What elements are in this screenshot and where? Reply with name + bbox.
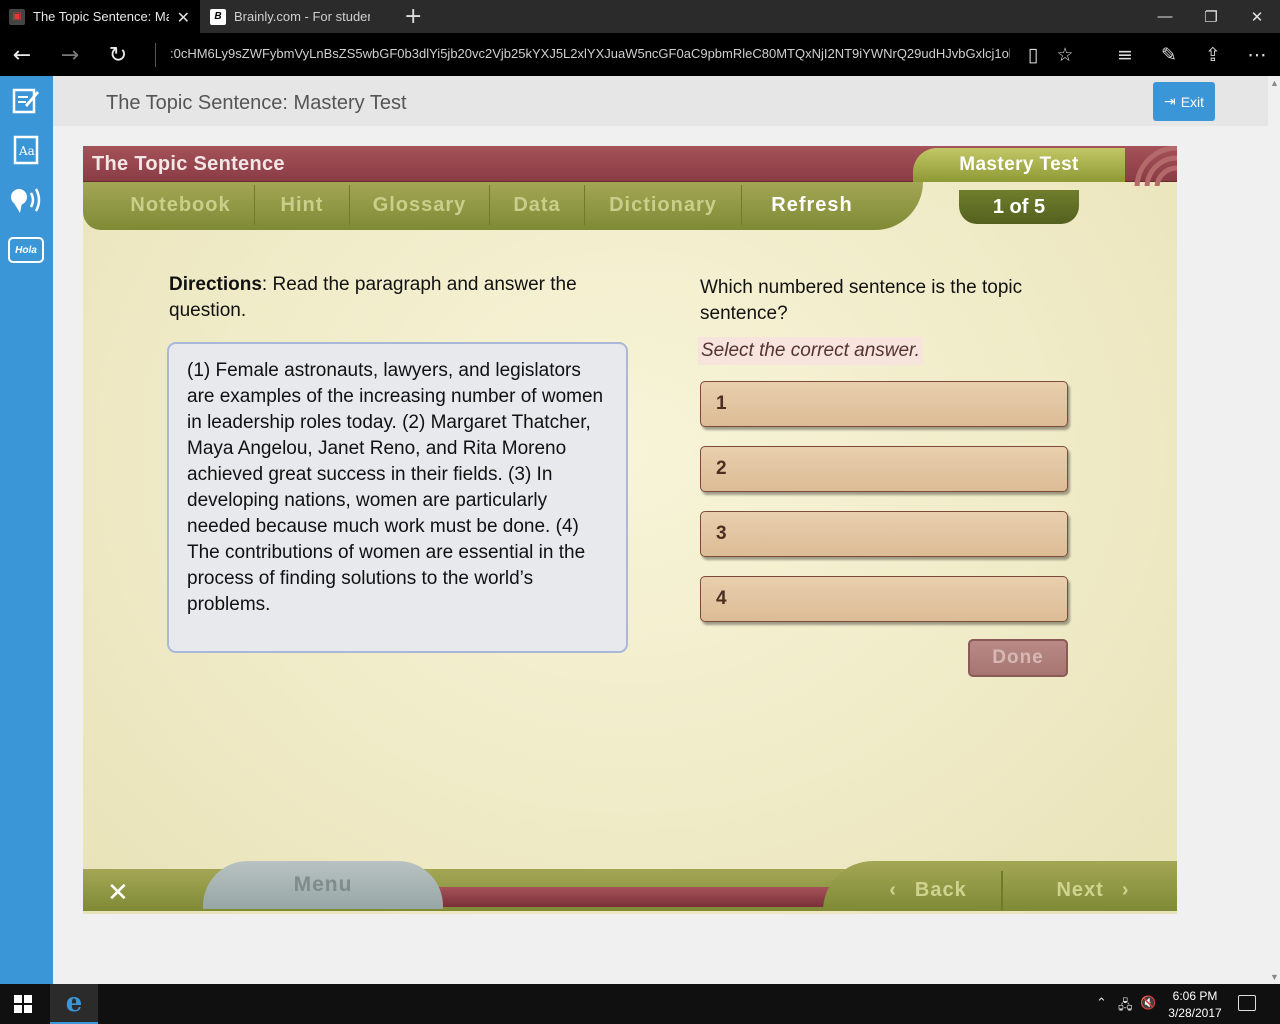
answer-option-3[interactable]: 3 bbox=[700, 511, 1068, 557]
back-label: Back bbox=[914, 878, 967, 901]
svg-text:Aa: Aa bbox=[18, 144, 35, 158]
brainly-favicon-icon: B bbox=[210, 8, 226, 25]
window-close-icon[interactable]: ✕ bbox=[1234, 0, 1280, 33]
windows-start-icon[interactable] bbox=[14, 995, 32, 1013]
activity-toolbar: Notebook Hint Glossary Data Dictionary R… bbox=[83, 182, 923, 230]
page-scrollbar[interactable]: ▲ ▼ bbox=[1268, 76, 1280, 984]
close-tab-icon[interactable]: ✕ bbox=[177, 8, 190, 28]
address-bar[interactable]: :0cHM6Ly9sZWFybmVyLnBsZS5wbGF0b3dlYi5jb2… bbox=[170, 46, 1010, 64]
clock-time: 6:06 PM bbox=[1172, 989, 1218, 1003]
data-button[interactable]: Data bbox=[490, 185, 585, 225]
page-title: The Topic Sentence: Mastery Test bbox=[106, 92, 407, 114]
answer-option-2[interactable]: 2 bbox=[700, 446, 1068, 492]
notebook-button[interactable]: Notebook bbox=[107, 185, 255, 225]
answer-option-1[interactable]: 1 bbox=[700, 381, 1068, 427]
activity-frame: The Topic Sentence Mastery Test Notebook… bbox=[83, 146, 1177, 914]
edge-browser-icon[interactable]: e bbox=[50, 984, 98, 1024]
scroll-down-icon[interactable]: ▼ bbox=[1270, 972, 1279, 982]
new-tab-icon[interactable]: + bbox=[404, 4, 422, 29]
favorite-star-icon[interactable]: ☆ bbox=[1049, 39, 1081, 71]
exit-button[interactable]: ⇥ Exit bbox=[1153, 82, 1215, 121]
network-icon[interactable]: 🖧 bbox=[1118, 996, 1133, 1018]
exit-label: Exit bbox=[1180, 93, 1205, 110]
action-center-icon[interactable] bbox=[1238, 995, 1256, 1011]
translate-hola-icon[interactable]: Hola bbox=[6, 232, 46, 268]
done-button[interactable]: Done bbox=[968, 639, 1068, 677]
decorative-arcs-icon bbox=[1134, 146, 1177, 186]
notepad-icon[interactable] bbox=[6, 82, 46, 118]
nav-divider bbox=[1001, 871, 1003, 911]
web-note-icon[interactable]: ✎ bbox=[1153, 39, 1185, 71]
next-label: Next bbox=[1056, 878, 1104, 901]
forward-arrow-icon[interactable]: → bbox=[52, 37, 88, 73]
tab-title: Brainly.com - For students. I bbox=[234, 9, 370, 24]
hint-button[interactable]: Hint bbox=[255, 185, 350, 225]
exit-door-icon: ⇥ bbox=[1163, 93, 1176, 109]
browser-nav-bar: ← → ↻ :0cHM6Ly9sZWFybmVyLnBsZS5wbGF0b3dl… bbox=[0, 33, 1280, 76]
activity-bottom-bar: ✕ Menu ‹ Back Next › bbox=[83, 859, 1177, 914]
scroll-up-icon[interactable]: ▲ bbox=[1270, 78, 1279, 88]
answer-option-4[interactable]: 4 bbox=[700, 576, 1068, 622]
tray-chevron-up-icon[interactable]: ⌃ bbox=[1096, 996, 1107, 1011]
menu-button[interactable]: Menu bbox=[203, 861, 443, 909]
question-text: Which numbered sentence is the topic sen… bbox=[700, 277, 1023, 324]
minimize-icon[interactable]: — bbox=[1142, 0, 1188, 33]
instruction-text: Select the correct answer. bbox=[698, 337, 923, 365]
chevron-right-icon: › bbox=[1121, 878, 1130, 901]
tool-rail: Aa Hola bbox=[0, 76, 53, 984]
tab-topic-sentence[interactable]: ▣ The Topic Sentence: Ma ✕ bbox=[0, 0, 200, 33]
windows-taskbar: e ⌃ 🖧 🔇 6:06 PM 3/28/2017 bbox=[0, 984, 1280, 1024]
url-separator bbox=[155, 43, 156, 67]
hub-icon[interactable]: ≡ bbox=[1109, 39, 1141, 71]
glossary-button[interactable]: Glossary bbox=[350, 185, 490, 225]
dictionary-button[interactable]: Dictionary bbox=[585, 185, 742, 225]
more-icon[interactable]: ⋯ bbox=[1241, 39, 1273, 71]
directions-label: Directions bbox=[169, 274, 262, 295]
back-button[interactable]: ‹ Back bbox=[858, 873, 998, 907]
next-button[interactable]: Next › bbox=[1023, 873, 1163, 907]
volume-muted-icon[interactable]: 🔇 bbox=[1140, 996, 1156, 1011]
directions-text: Directions: Read the paragraph and answe… bbox=[169, 272, 609, 324]
chevron-left-icon: ‹ bbox=[889, 878, 897, 901]
back-arrow-icon[interactable]: ← bbox=[4, 37, 40, 73]
refresh-button[interactable]: Refresh bbox=[742, 185, 882, 225]
clock-date: 3/28/2017 bbox=[1168, 1006, 1222, 1020]
site-favicon-icon: ▣ bbox=[9, 8, 25, 25]
question-counter: 1 of 5 bbox=[959, 190, 1079, 224]
reading-view-icon[interactable]: ▯ bbox=[1017, 39, 1049, 71]
close-activity-icon[interactable]: ✕ bbox=[107, 877, 129, 908]
dictionary-book-icon[interactable]: Aa bbox=[6, 132, 46, 168]
restore-icon[interactable]: ❐ bbox=[1188, 0, 1234, 33]
activity-title: The Topic Sentence bbox=[92, 153, 285, 175]
tab-title: The Topic Sentence: Ma bbox=[33, 9, 169, 24]
text-to-speech-icon[interactable] bbox=[6, 182, 46, 218]
share-icon[interactable]: ⇪ bbox=[1197, 39, 1229, 71]
refresh-icon[interactable]: ↻ bbox=[100, 37, 136, 73]
tab-brainly[interactable]: B Brainly.com - For students. I bbox=[201, 0, 401, 33]
browser-tab-bar: ▣ The Topic Sentence: Ma ✕ B Brainly.com… bbox=[0, 0, 1280, 33]
mastery-test-badge: Mastery Test bbox=[913, 148, 1125, 182]
system-clock[interactable]: 6:06 PM 3/28/2017 bbox=[1160, 988, 1230, 1022]
reading-passage: (1) Female astronauts, lawyers, and legi… bbox=[167, 342, 628, 653]
